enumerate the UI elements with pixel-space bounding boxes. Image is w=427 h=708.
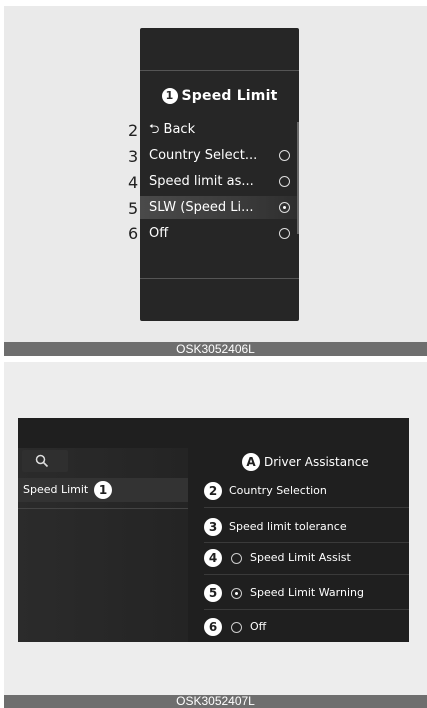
menu-row-speed-limit-warning[interactable]: 5 Speed Limit Warning <box>204 580 409 606</box>
callout-number: 2 <box>128 121 139 140</box>
radio-button[interactable] <box>279 176 290 187</box>
page-title: A Driver Assistance <box>242 452 369 472</box>
callout-number: 4 <box>128 173 139 192</box>
radio-button[interactable] <box>231 553 242 564</box>
cluster-divider-bottom <box>140 278 299 279</box>
callout-number: 6 <box>128 224 139 243</box>
row-divider <box>204 609 409 610</box>
callout-number: 6 <box>204 618 222 636</box>
cluster-item-back[interactable]: ⮌ Back <box>140 118 299 141</box>
radio-button-selected[interactable] <box>231 588 242 599</box>
menu-row-country-selection[interactable]: 2 Country Selection <box>204 478 409 504</box>
page-title-text: Driver Assistance <box>264 455 369 469</box>
cluster-item-label: Off <box>149 226 169 241</box>
radio-button[interactable] <box>231 622 242 633</box>
sidebar-item-label: Speed Limit <box>23 483 89 496</box>
cluster-item-label: Country Select... <box>149 148 258 163</box>
cluster-display: 1 Speed Limit ⮌ Back Country Select... Sp… <box>140 28 299 321</box>
row-divider <box>204 574 409 575</box>
row-divider <box>204 542 409 543</box>
cluster-title-text: Speed Limit <box>181 88 278 104</box>
callout-number: 1 <box>94 481 112 499</box>
cluster-item-country-select[interactable]: Country Select... <box>140 144 299 167</box>
menu-row-label: Off <box>250 620 267 633</box>
callout-number: 3 <box>204 518 222 536</box>
callout-number: 4 <box>204 549 222 567</box>
cluster-divider-top <box>140 70 299 71</box>
callout-number: 5 <box>128 199 139 218</box>
cluster-item-slw[interactable]: SLW (Speed Li... <box>140 196 299 219</box>
sidebar-item-speed-limit[interactable]: Speed Limit 1 <box>18 478 188 502</box>
row-divider <box>204 507 409 508</box>
menu-row-off[interactable]: 6 Off <box>204 614 409 640</box>
infotainment-screen: Speed Limit 1 A Driver Assistance 2 Count… <box>18 418 409 642</box>
callout-number: 5 <box>204 584 222 602</box>
radio-button-selected[interactable] <box>279 202 290 213</box>
figure-code-bar: OSK3052407L <box>4 695 427 708</box>
menu-row-label: Speed Limit Warning <box>250 586 364 599</box>
cluster-scrollbar[interactable] <box>297 122 299 234</box>
menu-row-speed-limit-tolerance[interactable]: 3 Speed limit tolerance <box>204 514 409 540</box>
cluster-item-label: ⮌ Back <box>149 122 196 137</box>
radio-button[interactable] <box>279 228 290 239</box>
callout-number: 2 <box>204 482 222 500</box>
radio-button[interactable] <box>279 150 290 161</box>
menu-row-speed-limit-assist[interactable]: 4 Speed Limit Assist <box>204 545 409 571</box>
cluster-item-off[interactable]: Off <box>140 222 299 245</box>
menu-row-label: Country Selection <box>229 484 327 497</box>
search-icon[interactable] <box>35 454 49 468</box>
menu-row-label: Speed limit tolerance <box>229 520 347 533</box>
callout-number: 3 <box>128 147 139 166</box>
title-callout-number: 1 <box>161 88 178 104</box>
figure-code-bar: OSK3052406L <box>4 342 427 356</box>
cluster-menu-title: 1 Speed Limit <box>140 88 299 104</box>
menu-row-label: Speed Limit Assist <box>250 551 351 564</box>
cluster-item-label: Speed limit as... <box>149 174 254 189</box>
cluster-item-speed-limit-assist[interactable]: Speed limit as... <box>140 170 299 193</box>
sidebar-divider <box>18 508 188 509</box>
callout-letter: A <box>242 453 260 471</box>
cluster-item-label: SLW (Speed Li... <box>149 200 254 215</box>
